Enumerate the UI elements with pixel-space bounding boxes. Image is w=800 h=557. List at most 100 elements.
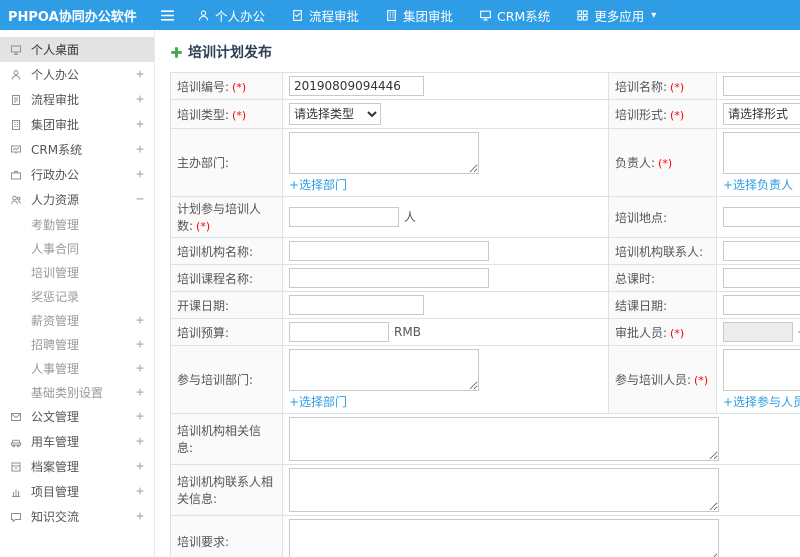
form-row-org-contact-info: 培训机构联系人相关信息: [170, 464, 800, 516]
sidebar-item-personal-office[interactable]: 个人办公 + [0, 62, 154, 87]
field-label: 结课日期: [615, 298, 668, 313]
approver-input[interactable] [723, 322, 793, 342]
sidebar-item-hr[interactable]: 人力资源 − [0, 187, 154, 212]
chat-bubble-icon [10, 511, 24, 523]
sidebar-item-crm[interactable]: CRM系统 + [0, 137, 154, 162]
briefcase-icon [10, 169, 24, 181]
expander: + [136, 409, 144, 424]
hamburger-icon [160, 9, 175, 22]
select-dept-link[interactable]: +选择部门 [289, 178, 347, 192]
nav-item-process-approval[interactable]: 流程审批 [278, 0, 372, 30]
top-nav: 个人办公 流程审批 集团审批 CRM系统 更多应用 ▾ [184, 0, 669, 30]
desktop-icon [10, 44, 24, 56]
content-area: 培训计划发布 培训编号:(*) 培训名称:(*) 培训类型:(*) 请选择类型 … [155, 30, 800, 557]
nav-item-group-approval[interactable]: 集团审批 [372, 0, 466, 30]
expander: + [136, 67, 144, 82]
org-name-input[interactable] [289, 241, 489, 261]
user-icon [197, 9, 210, 22]
start-date-input[interactable] [289, 295, 424, 315]
sidebar-item-hr-contract[interactable]: 人事合同 [0, 236, 154, 260]
field-label: 培训机构名称: [177, 244, 254, 259]
form-row-org-info: 培训机构相关信息: [170, 413, 800, 465]
training-type-select[interactable]: 请选择类型 [289, 103, 381, 125]
field-label: 负责人: [615, 156, 656, 170]
budget-input[interactable] [289, 322, 389, 342]
course-name-input[interactable] [289, 268, 489, 288]
org-info-textarea[interactable] [289, 417, 719, 461]
training-code-input[interactable] [289, 76, 424, 96]
field-label: 主办部门: [177, 156, 230, 170]
field-label: 开课日期: [177, 298, 230, 313]
car-icon [10, 436, 24, 448]
sidebar-item-document[interactable]: 公文管理 + [0, 404, 154, 429]
field-label: 培训要求: [177, 534, 230, 549]
sidebar-item-label: 用车管理 [31, 435, 80, 449]
required-mark: (*) [670, 108, 685, 122]
form-row-requirement: 培训要求: [170, 515, 800, 557]
nav-label: 流程审批 [309, 8, 360, 24]
chevron-down-icon: ▾ [651, 9, 657, 21]
envelope-icon [10, 411, 24, 423]
sidebar-item-vehicle[interactable]: 用车管理 + [0, 429, 154, 454]
page-title-text: 培训计划发布 [188, 45, 272, 61]
requirement-textarea[interactable] [289, 519, 719, 557]
sidebar-item-rewards[interactable]: 奖惩记录 [0, 284, 154, 308]
sidebar-item-knowledge[interactable]: 知识交流 + [0, 504, 154, 529]
sidebar-item-label: 基础类别设置 [31, 385, 104, 400]
leader-textarea[interactable] [723, 132, 800, 174]
org-contact-input[interactable] [723, 241, 800, 261]
field-label: 培训形式: [615, 107, 668, 122]
sidebar-item-label: 档案管理 [31, 460, 80, 474]
field-label: 培训机构联系人相关信息: [177, 475, 274, 506]
expander: + [136, 459, 144, 474]
select-leader-link[interactable]: +选择负责人 [723, 178, 793, 192]
menu-toggle-button[interactable] [150, 0, 184, 30]
training-name-input[interactable] [723, 76, 800, 96]
form-row-code-name: 培训编号:(*) 培训名称:(*) [170, 72, 800, 100]
expander: + [136, 360, 144, 376]
sidebar-item-process-approval[interactable]: 流程审批 + [0, 87, 154, 112]
expander: + [136, 434, 144, 449]
field-label: 计划参与培训人数: [177, 202, 262, 233]
planned-count-input[interactable] [289, 207, 399, 227]
sidebar-item-label: 项目管理 [31, 485, 80, 499]
total-hours-input[interactable] [723, 268, 800, 288]
archive-icon [10, 461, 24, 473]
expander: + [136, 312, 144, 328]
form-row-budget-approver: 培训预算: RMB 审批人员:(*) +选择审批人员 [170, 318, 800, 346]
org-contact-info-textarea[interactable] [289, 468, 719, 512]
sidebar-item-salary[interactable]: 薪资管理 + [0, 308, 154, 332]
nav-item-personal-office[interactable]: 个人办公 [184, 0, 278, 30]
select-join-people-link[interactable]: +选择参与人员 [723, 395, 800, 409]
nav-label: 个人办公 [215, 8, 266, 24]
sidebar-item-base-category[interactable]: 基础类别设置 + [0, 380, 154, 404]
host-dept-textarea[interactable] [289, 132, 479, 174]
join-dept-textarea[interactable] [289, 349, 479, 391]
sidebar-item-training[interactable]: 培训管理 [0, 260, 154, 284]
end-date-input[interactable] [723, 295, 800, 315]
sidebar-item-personal-desktop[interactable]: 个人桌面 [0, 37, 154, 62]
sidebar-item-label: 人事合同 [31, 241, 80, 256]
sidebar-item-archive[interactable]: 档案管理 + [0, 454, 154, 479]
currency-suffix: RMB [394, 324, 421, 339]
select-join-dept-link[interactable]: +选择部门 [289, 395, 347, 409]
sidebar-item-project[interactable]: 项目管理 + [0, 479, 154, 504]
sidebar-item-group-approval[interactable]: 集团审批 + [0, 112, 154, 137]
sidebar-item-label: 培训管理 [31, 265, 80, 280]
nav-label: CRM系统 [497, 8, 551, 24]
join-people-textarea[interactable] [723, 349, 800, 391]
expander: + [136, 142, 144, 157]
plus-icon [170, 46, 183, 59]
field-label: 培训预算: [177, 325, 230, 340]
training-mode-select[interactable]: 请选择形式 [723, 103, 800, 125]
sidebar-item-recruit[interactable]: 招聘管理 + [0, 332, 154, 356]
sidebar-item-attendance[interactable]: 考勤管理 [0, 212, 154, 236]
form-row-dept-leader: 主办部门: +选择部门 负责人: (*) +选择负责人 [170, 128, 800, 197]
sidebar-item-personnel[interactable]: 人事管理 + [0, 356, 154, 380]
sidebar-item-admin-office[interactable]: 行政办公 + [0, 162, 154, 187]
nav-item-crm[interactable]: CRM系统 [466, 0, 563, 30]
location-input[interactable] [723, 207, 800, 227]
crm-icon [10, 144, 24, 156]
sidebar-item-label: 个人桌面 [31, 43, 80, 57]
nav-item-more-apps[interactable]: 更多应用 ▾ [563, 0, 669, 30]
